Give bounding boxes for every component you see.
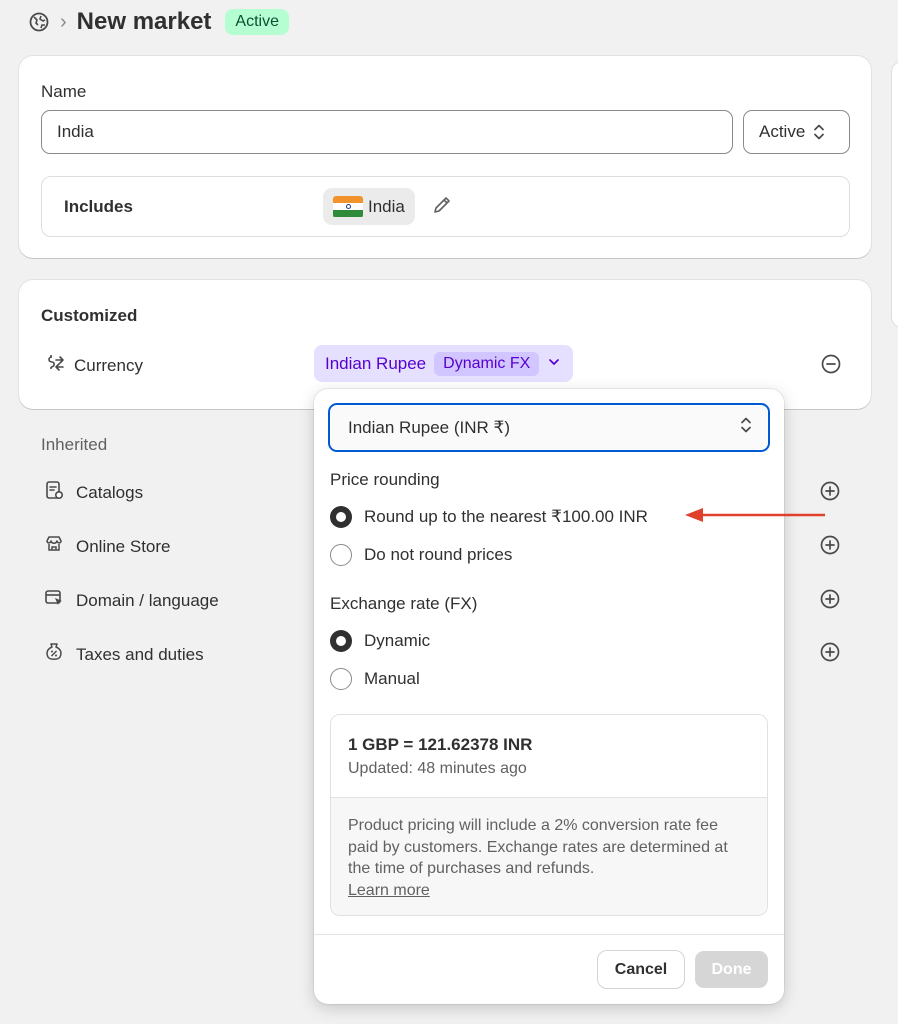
inherited-item-domain-language[interactable]: Domain / language bbox=[43, 587, 219, 614]
add-domain-plus-icon[interactable] bbox=[819, 588, 841, 610]
chevron-down-icon bbox=[547, 354, 561, 374]
domain-icon bbox=[43, 587, 65, 614]
currency-chip[interactable]: Indian Rupee Dynamic FX bbox=[314, 345, 574, 382]
includes-section: Includes India bbox=[41, 176, 850, 237]
market-status-select[interactable]: Active bbox=[743, 110, 850, 154]
add-catalogs-plus-icon[interactable] bbox=[819, 480, 841, 502]
page-header: › New market Active bbox=[28, 6, 289, 38]
rate-note: Product pricing will include a 2% conver… bbox=[331, 797, 767, 915]
currency-chip-label: Indian Rupee bbox=[325, 353, 427, 373]
market-name-input[interactable] bbox=[41, 110, 733, 154]
learn-more-link[interactable]: Learn more bbox=[348, 882, 430, 899]
popover-footer-divider bbox=[314, 934, 784, 935]
catalog-icon bbox=[43, 479, 65, 506]
inherited-item-online-store[interactable]: Online Store bbox=[43, 533, 171, 560]
select-updown-icon bbox=[740, 416, 752, 439]
radio-selected[interactable] bbox=[330, 630, 352, 652]
currency-exchange-icon bbox=[43, 352, 65, 379]
status-select-value: Active bbox=[759, 122, 806, 141]
exchange-rate-label: Exchange rate (FX) bbox=[330, 594, 478, 613]
currency-popover: Indian Rupee (INR ₹) Price rounding Roun… bbox=[314, 389, 784, 1004]
done-button[interactable]: Done bbox=[695, 951, 768, 988]
radio-label: Manual bbox=[364, 669, 420, 688]
exchange-rate-box: 1 GBP = 121.62378 INR Updated: 48 minute… bbox=[330, 714, 768, 916]
markets-globe-icon[interactable] bbox=[28, 11, 50, 33]
breadcrumb-chevron-icon: › bbox=[60, 10, 67, 33]
includes-label: Includes bbox=[64, 197, 133, 216]
inherited-item-taxes[interactable]: Taxes and duties bbox=[43, 641, 204, 668]
country-chip-india[interactable]: India bbox=[323, 188, 415, 225]
currency-row: Currency bbox=[43, 352, 143, 379]
radio-label: Dynamic bbox=[364, 631, 431, 650]
inherited-item-catalogs[interactable]: Catalogs bbox=[43, 479, 143, 506]
radio-unselected[interactable] bbox=[330, 544, 352, 566]
exchange-option-manual[interactable]: Manual bbox=[330, 668, 420, 690]
side-card-edge bbox=[892, 62, 898, 327]
currency-select[interactable]: Indian Rupee (INR ₹) bbox=[328, 403, 770, 452]
cancel-button[interactable]: Cancel bbox=[598, 951, 684, 988]
india-flag-icon bbox=[333, 195, 363, 218]
customized-heading: Customized bbox=[41, 306, 138, 325]
country-chip-label: India bbox=[368, 196, 405, 216]
add-taxes-plus-icon[interactable] bbox=[819, 641, 841, 663]
currency-select-value: Indian Rupee (INR ₹) bbox=[348, 417, 510, 437]
rate-note-text: Product pricing will include a 2% conver… bbox=[348, 817, 728, 877]
add-online-store-plus-icon[interactable] bbox=[819, 534, 841, 556]
rounding-option-none[interactable]: Do not round prices bbox=[330, 544, 512, 566]
rate-summary: 1 GBP = 121.62378 INR Updated: 48 minute… bbox=[331, 715, 767, 797]
exchange-option-dynamic[interactable]: Dynamic bbox=[330, 630, 430, 652]
rate-value: 1 GBP = 121.62378 INR bbox=[348, 735, 533, 754]
annotation-arrow-icon bbox=[685, 508, 825, 522]
radio-label: Round up to the nearest ₹100.00 INR bbox=[364, 507, 648, 526]
rate-updated: Updated: 48 minutes ago bbox=[348, 760, 527, 777]
inherited-item-label: Domain / language bbox=[76, 590, 219, 610]
store-icon bbox=[43, 533, 65, 560]
price-rounding-label: Price rounding bbox=[330, 470, 440, 489]
radio-unselected[interactable] bbox=[330, 668, 352, 690]
status-badge: Active bbox=[225, 9, 289, 35]
remove-currency-minus-icon[interactable] bbox=[820, 353, 842, 375]
currency-label: Currency bbox=[74, 355, 143, 375]
taxes-icon bbox=[43, 641, 65, 668]
inherited-item-label: Catalogs bbox=[76, 482, 144, 502]
name-label: Name bbox=[41, 82, 87, 101]
page-title: New market bbox=[76, 8, 212, 35]
rounding-option-round-up[interactable]: Round up to the nearest ₹100.00 INR bbox=[330, 506, 648, 528]
edit-pencil-icon[interactable] bbox=[431, 194, 453, 216]
inherited-item-label: Online Store bbox=[76, 536, 171, 556]
radio-selected[interactable] bbox=[330, 506, 352, 528]
radio-label: Do not round prices bbox=[364, 545, 513, 564]
inherited-heading: Inherited bbox=[41, 435, 108, 454]
fx-tag: Dynamic FX bbox=[434, 351, 540, 376]
inherited-item-label: Taxes and duties bbox=[76, 644, 204, 664]
select-updown-icon bbox=[813, 123, 825, 141]
market-details-card: Name Active Includes India bbox=[19, 56, 871, 258]
